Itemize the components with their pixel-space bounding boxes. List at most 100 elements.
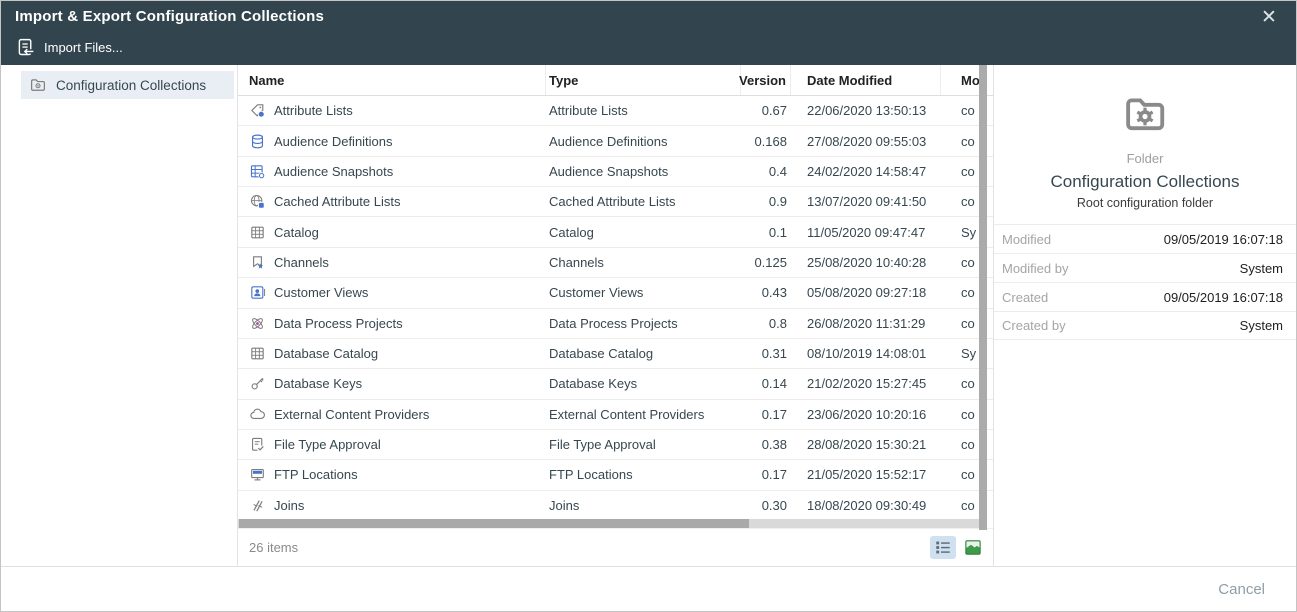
row-type: Data Process Projects [546, 316, 741, 331]
row-date-modified: 27/08/2020 09:55:03 [791, 134, 941, 149]
row-name: Joins [274, 498, 304, 513]
row-date-modified: 25/08/2020 10:40:28 [791, 255, 941, 270]
horizontal-scrollbar-thumb[interactable] [239, 519, 749, 528]
table-grid-icon [249, 345, 266, 362]
person-card-icon [249, 284, 266, 301]
table-row[interactable]: External Content Providers External Conte… [238, 400, 993, 430]
table-header-row: Name Type Version Date Modified Mo [238, 65, 993, 96]
row-date-modified: 18/08/2020 09:30:49 [791, 498, 941, 513]
close-icon[interactable]: ✕ [1252, 3, 1286, 33]
field-value: 09/05/2019 16:07:18 [1164, 232, 1283, 247]
field-value: System [1240, 261, 1283, 276]
row-date-modified: 05/08/2020 09:27:18 [791, 285, 941, 300]
view-toggles [930, 536, 983, 559]
row-type: FTP Locations [546, 467, 741, 482]
horizontal-scrollbar[interactable] [238, 519, 993, 528]
row-type: Database Catalog [546, 346, 741, 361]
row-date-modified: 13/07/2020 09:41:50 [791, 194, 941, 209]
row-name: File Type Approval [274, 437, 381, 452]
table-row[interactable]: CatalogCatalog0.111/05/2020 09:47:47Sy [238, 217, 993, 247]
table-grid-icon [249, 224, 266, 241]
row-type: Customer Views [546, 285, 741, 300]
row-date-modified: 22/06/2020 13:50:13 [791, 103, 941, 118]
table-row[interactable]: Database KeysDatabase Keys0.1421/02/2020… [238, 369, 993, 399]
details-header: Folder Configuration Collections Root co… [994, 65, 1296, 210]
column-header-type[interactable]: Type [546, 65, 741, 95]
items-count: 26 items [249, 540, 298, 555]
row-date-modified: 08/10/2019 14:08:01 [791, 346, 941, 361]
atom-icon [249, 315, 266, 332]
row-type: Database Keys [546, 376, 741, 391]
row-name: Cached Attribute Lists [274, 194, 400, 209]
table-row[interactable]: JoinsJoins0.3018/08/2020 09:30:49co [238, 491, 993, 519]
row-type: Channels [546, 255, 741, 270]
row-version: 0.168 [741, 134, 791, 149]
details-field-created: Created 09/05/2019 16:07:18 [994, 282, 1296, 311]
row-name: Attribute Lists [274, 103, 353, 118]
folder-tree-sidebar: Configuration Collections [1, 65, 238, 566]
column-header-name[interactable]: Name [238, 65, 546, 95]
globe-cache-icon [249, 193, 266, 210]
folder-gear-icon [1119, 91, 1171, 137]
thumbnail-view-button[interactable] [963, 538, 983, 557]
row-version: 0.31 [741, 346, 791, 361]
sidebar-item-configuration-collections[interactable]: Configuration Collections [21, 71, 234, 99]
row-type: External Content Providers [546, 407, 741, 422]
table-row[interactable]: File Type ApprovalFile Type Approval0.38… [238, 430, 993, 460]
field-label: Created [1002, 290, 1048, 305]
bookmark-star-icon [249, 254, 266, 271]
cloud-icon [249, 406, 266, 423]
row-version: 0.14 [741, 376, 791, 391]
row-name: Database Keys [274, 376, 362, 391]
table-row[interactable]: Attribute ListsAttribute Lists0.6722/06/… [238, 96, 993, 126]
table-body: Attribute ListsAttribute Lists0.6722/06/… [238, 96, 993, 519]
list-view-button[interactable] [930, 536, 956, 559]
details-kind-label: Folder [994, 151, 1296, 166]
list-view-icon [933, 538, 953, 557]
collections-table: Name Type Version Date Modified Mo Attri… [238, 65, 993, 566]
thumbnail-view-icon [963, 538, 983, 557]
row-date-modified: 11/05/2020 09:47:47 [791, 225, 941, 240]
database-icon [249, 133, 266, 150]
import-file-icon [15, 37, 36, 58]
column-header-version[interactable]: Version [741, 65, 791, 95]
table-row[interactable]: Cached Attribute ListsCached Attribute L… [238, 187, 993, 217]
details-field-modified-by: Modified by System [994, 253, 1296, 282]
import-export-dialog: Import & Export Configuration Collection… [0, 0, 1297, 612]
folder-gear-icon [29, 76, 47, 94]
table-row[interactable]: Database CatalogDatabase Catalog0.3108/1… [238, 339, 993, 369]
import-files-button[interactable]: Import Files... [9, 33, 129, 62]
row-version: 0.1 [741, 225, 791, 240]
row-version: 0.67 [741, 103, 791, 118]
vertical-scrollbar[interactable] [979, 65, 987, 530]
details-title: Configuration Collections [994, 172, 1296, 192]
table-statusbar: 26 items [238, 528, 993, 566]
row-version: 0.8 [741, 316, 791, 331]
details-subtitle: Root configuration folder [994, 196, 1296, 210]
details-field-modified: Modified 09/05/2019 16:07:18 [994, 224, 1296, 253]
joins-icon [249, 497, 266, 514]
row-name: Database Catalog [274, 346, 378, 361]
field-label: Modified [1002, 232, 1051, 247]
row-version: 0.9 [741, 194, 791, 209]
row-type: Catalog [546, 225, 741, 240]
cancel-button[interactable]: Cancel [1218, 581, 1265, 598]
row-name: External Content Providers [274, 407, 429, 422]
table-row[interactable]: Audience DefinitionsAudience Definitions… [238, 126, 993, 156]
row-date-modified: 24/02/2020 14:58:47 [791, 164, 941, 179]
dialog-footer: Cancel [1, 566, 1296, 611]
row-name: Catalog [274, 225, 319, 240]
table-row[interactable]: Data Process ProjectsData Process Projec… [238, 309, 993, 339]
table-row[interactable]: FTP LocationsFTP Locations0.1721/05/2020… [238, 460, 993, 490]
table-row[interactable]: Audience SnapshotsAudience Snapshots0.42… [238, 157, 993, 187]
row-date-modified: 23/06/2020 10:20:16 [791, 407, 941, 422]
import-files-label: Import Files... [44, 40, 123, 55]
table-row[interactable]: Customer ViewsCustomer Views0.4305/08/20… [238, 278, 993, 308]
row-name: Channels [274, 255, 329, 270]
row-type: Audience Snapshots [546, 164, 741, 179]
monitor-icon [249, 466, 266, 483]
table-row[interactable]: ChannelsChannels0.12525/08/2020 10:40:28… [238, 248, 993, 278]
row-name: Customer Views [274, 285, 368, 300]
field-label: Created by [1002, 318, 1066, 333]
column-header-date-modified[interactable]: Date Modified [791, 65, 941, 95]
